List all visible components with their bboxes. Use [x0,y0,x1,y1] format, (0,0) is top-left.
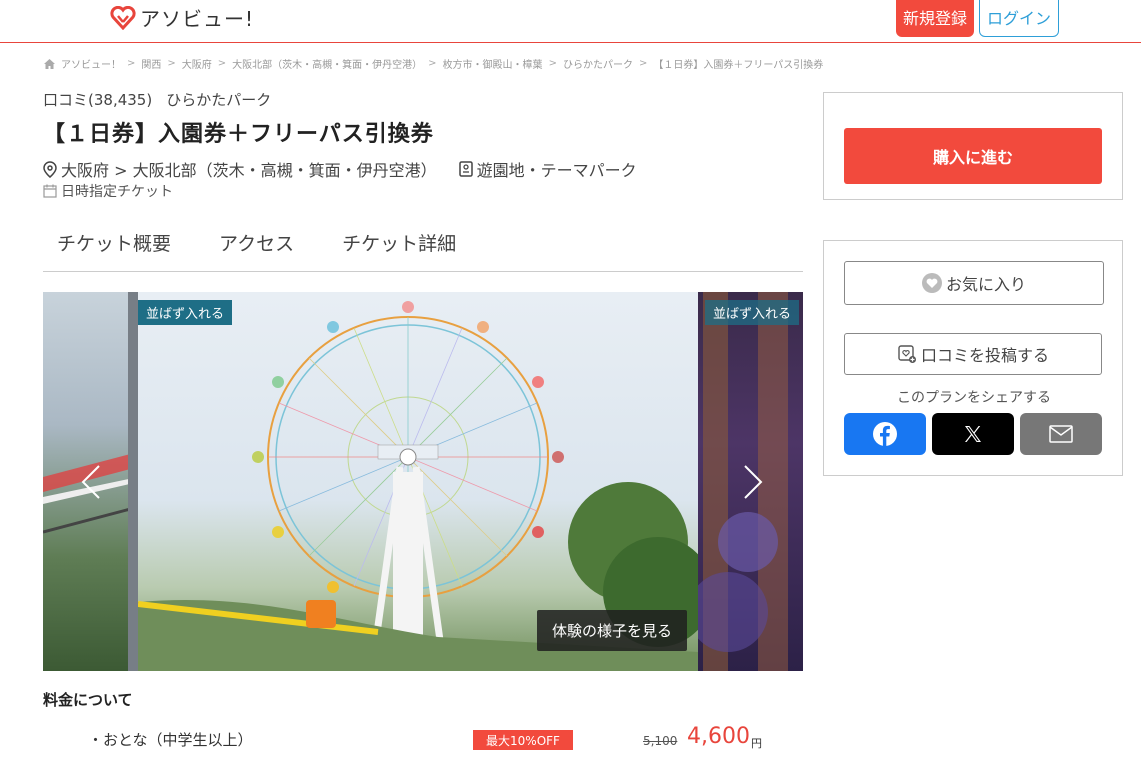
breadcrumb-item[interactable]: 大阪北部（茨木・高槻・箕面・伊丹空港） [232,56,422,71]
share-facebook-button[interactable] [844,413,926,455]
breadcrumb-separator: > [217,58,227,69]
gallery-next-button[interactable] [738,462,768,502]
category-book-icon [458,161,473,177]
share-x-button[interactable] [932,413,1014,455]
discounted-price: 4,600 [687,724,750,749]
location-text[interactable]: 大阪府 > 大阪北部（茨木・高槻・箕面・伊丹空港） [61,157,437,181]
login-button[interactable]: ログイン [979,0,1059,37]
photo-gallery: 並ばず入れる 並ばず入れる 体験の様子を見る [43,292,803,671]
category-text[interactable]: 遊園地・テーマパーク [477,157,637,181]
x-logo-icon [965,426,981,442]
site-logo[interactable]: アソビュー! [110,3,254,32]
breadcrumb-item[interactable]: ひらかたパーク [563,56,633,71]
tab-overview[interactable]: チケット概要 [43,215,185,271]
share-email-button[interactable] [1020,413,1102,455]
breadcrumb-item[interactable]: 大阪府 [182,56,212,71]
price-category-label: ・おとな（中学生以上） [88,731,253,749]
review-post-icon [898,345,916,363]
share-label: このプランをシェアする [897,390,1051,406]
facebook-icon [873,422,897,446]
mail-icon [1049,425,1073,443]
heart-icon [921,273,942,293]
ticket-type-label: 日時指定チケット [61,184,173,200]
plan-meta: 大阪府 > 大阪北部（茨木・高槻・箕面・伊丹空港） 遊園地・テーマパーク [43,157,637,181]
content-tabs: チケット概要 アクセス チケット詳細 [43,215,803,272]
logo-text: アソビュー! [140,7,255,31]
chevron-left-icon [81,465,100,499]
breadcrumb: アソビュー！ > 関西 > 大阪府 > 大阪北部（茨木・高槻・箕面・伊丹空港） > 枚方… [44,56,823,71]
price-row: ・おとな（中学生以上） 最大10%OFF 5,100 4,600 円 [43,724,803,753]
ticket-type: 日時指定チケット [43,181,173,201]
page-title: 【１日券】入園券＋フリーパス引換券 [43,122,434,147]
chevron-right-icon [744,465,763,499]
location-pin-icon [43,160,57,178]
breadcrumb-current: 【１日券】入園券＋フリーパス引換券 [653,60,824,71]
breadcrumb-item[interactable]: 枚方市・御殿山・樟葉 [443,56,543,71]
home-icon [44,58,55,69]
original-price: 5,100 [643,734,678,748]
favorite-button[interactable]: お気に入り [844,261,1104,305]
breadcrumb-separator: > [167,58,176,69]
register-button[interactable]: 新規登録 [896,0,974,37]
actions-panel: お気に入り 口コミを投稿する このプランをシェアする [823,240,1123,476]
breadcrumb-separator: > [638,58,648,69]
share-buttons [844,413,1102,455]
no-queue-badge: 並ばず入れる [705,300,800,325]
plan-subheader: 口コミ(38,435) ひらかたパーク [43,89,271,110]
calendar-icon [43,184,57,198]
view-experience-button[interactable]: 体験の様子を見る [537,610,687,651]
breadcrumb-item[interactable]: 関西 [141,56,161,71]
tab-access[interactable]: アクセス [205,215,308,271]
purchase-panel: 購入に進む [823,92,1123,200]
breadcrumb-item[interactable]: アソビュー！ [61,56,121,71]
tab-details[interactable]: チケット詳細 [328,215,470,271]
heart-logo-icon [110,5,136,30]
review-count-link[interactable]: 口コミ(38,435) [43,91,152,109]
breadcrumb-separator: > [127,58,136,69]
price-unit: 円 [751,737,762,750]
facility-link[interactable]: ひらかたパーク [166,91,271,109]
breadcrumb-separator: > [548,58,557,69]
discount-badge: 最大10%OFF [473,730,573,750]
no-queue-badge: 並ばず入れる [138,300,233,325]
pricing-heading: 料金について [43,691,133,709]
favorite-label: お気に入り [945,275,1026,294]
breadcrumb-separator: > [428,58,437,69]
post-review-button[interactable]: 口コミを投稿する [844,333,1102,375]
gallery-prev-button[interactable] [76,462,106,502]
site-header: アソビュー! 新規登録 ログイン [0,0,1141,43]
proceed-to-purchase-button[interactable]: 購入に進む [844,128,1102,184]
post-review-label: 口コミを投稿する [920,346,1049,365]
